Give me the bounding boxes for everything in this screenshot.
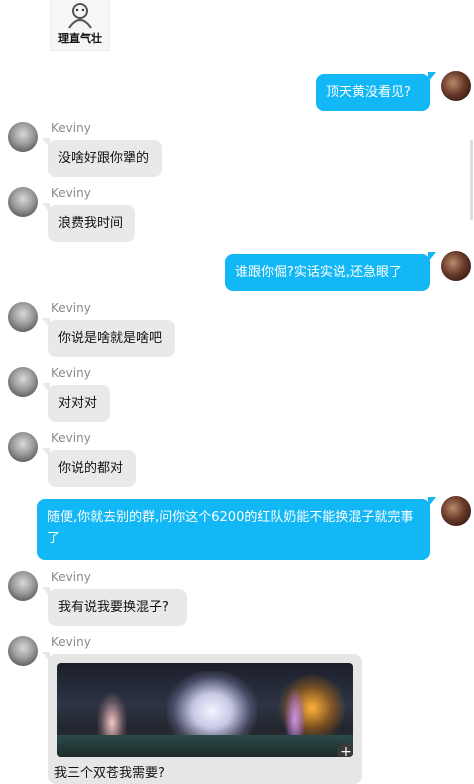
image-caption: 我三个双苍我需要? <box>54 766 165 781</box>
my-avatar[interactable] <box>441 251 471 281</box>
message-bubble-outgoing[interactable]: 顶天黄没看见? <box>316 72 436 111</box>
scrollbar-thumb[interactable] <box>470 140 473 220</box>
contact-avatar[interactable] <box>8 122 38 152</box>
message-bubble-incoming[interactable]: 浪费我时间 <box>42 203 135 242</box>
sender-name: Keviny <box>51 121 91 135</box>
my-avatar[interactable] <box>441 71 471 101</box>
meme-sticker-icon <box>68 3 92 29</box>
sender-name: Keviny <box>51 431 91 445</box>
message-bubble-outgoing[interactable]: 随便,你就去别的群,问你这个6200的红队奶能不能换混子就完事了 <box>37 497 436 560</box>
game-screenshot-image[interactable]: + <box>57 663 353 757</box>
sticker-label: 理直气壮 <box>58 32 102 45</box>
expand-plus-icon[interactable]: + <box>337 743 353 757</box>
contact-avatar[interactable] <box>8 367 38 397</box>
contact-avatar[interactable] <box>8 636 38 666</box>
contact-avatar[interactable] <box>8 302 38 332</box>
message-bubble-incoming[interactable]: 我有说我要换混子? <box>42 587 187 626</box>
contact-avatar[interactable] <box>8 187 38 217</box>
image-message-card[interactable]: + 我三个双苍我需要? <box>42 652 362 784</box>
message-bubble-incoming[interactable]: 你说的都对 <box>42 448 136 487</box>
message-bubble-incoming[interactable]: 对对对 <box>42 383 110 422</box>
message-bubble-incoming[interactable]: 你说是啥就是啥吧 <box>42 318 175 357</box>
sender-name: Keviny <box>51 570 91 584</box>
message-bubble-outgoing[interactable]: 谁跟你倔?实话实说,还急眼了 <box>225 252 436 291</box>
sender-name: Keviny <box>51 635 91 649</box>
sticker-image[interactable]: 理直气壮 <box>50 0 110 51</box>
message-bubble-incoming[interactable]: 没啥好跟你犟的 <box>42 138 162 177</box>
contact-avatar[interactable] <box>8 571 38 601</box>
sender-name: Keviny <box>51 186 91 200</box>
sender-name: Keviny <box>51 366 91 380</box>
contact-avatar[interactable] <box>8 432 38 462</box>
sender-name: Keviny <box>51 301 91 315</box>
my-avatar[interactable] <box>441 496 471 526</box>
